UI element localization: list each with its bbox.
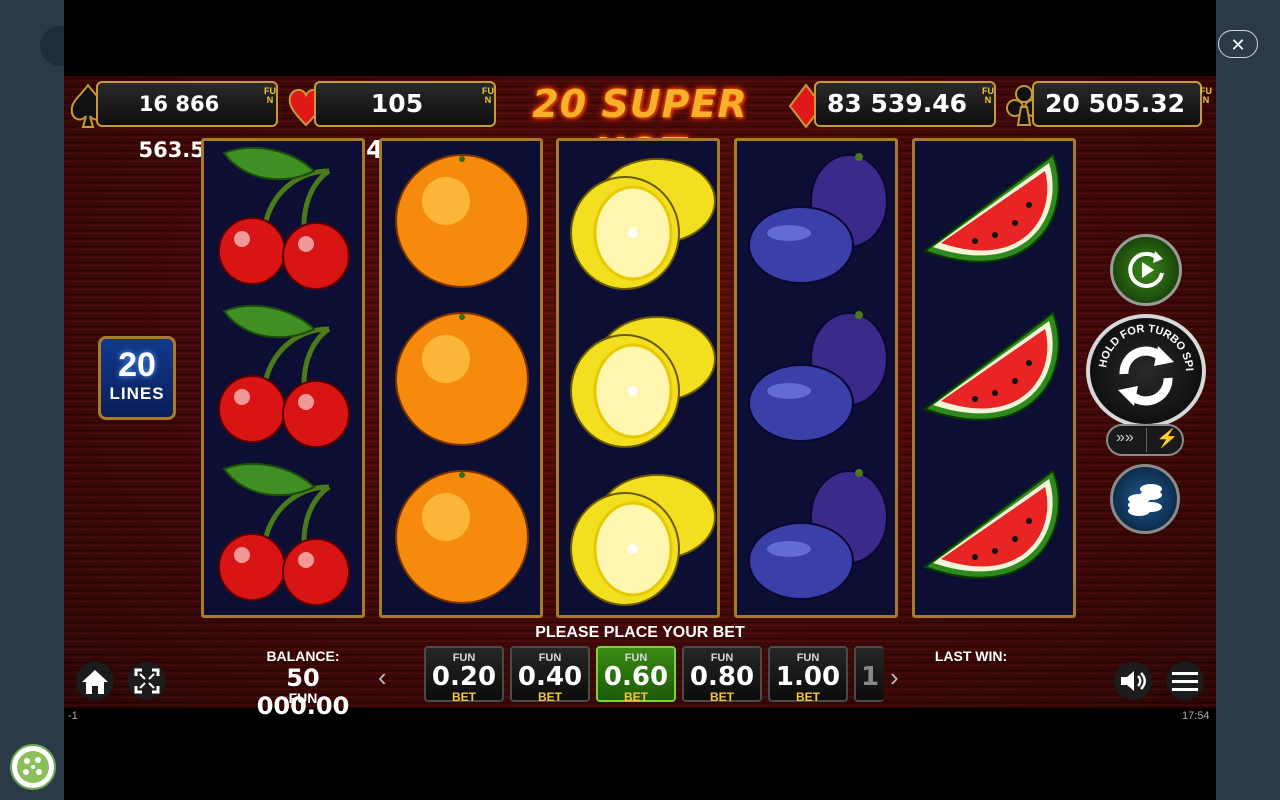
watermelon-icon: [922, 469, 1060, 579]
jackpot-diamond: 83 539.46 FUN: [786, 81, 996, 129]
speed-toggle[interactable]: »» ⚡: [1106, 424, 1184, 456]
reel-5: [912, 138, 1076, 618]
bet-prompt: PLEASE PLACE YOUR BET: [535, 624, 745, 641]
menu-button[interactable]: [1166, 662, 1204, 700]
spin-arrows-icon: [1118, 346, 1174, 406]
jackpot-value: 83 539.46: [827, 89, 967, 118]
cookie-icon: [17, 751, 49, 783]
balance-label: BALANCE:: [266, 648, 340, 664]
status-left: -1: [68, 710, 78, 722]
bottom-panel: PLEASE PLACE YOUR BET BALANCE: 50 000.00…: [64, 618, 1216, 720]
bet-option-selected[interactable]: FUN 0.60 BET: [596, 646, 676, 704]
spin-button[interactable]: HOLD FOR TURBO SPIN: [1086, 309, 1206, 428]
hamburger-icon: [1172, 672, 1198, 691]
lines-label: LINES: [109, 384, 165, 403]
bet-next-arrow[interactable]: ›: [890, 662, 899, 693]
reel-3: [556, 138, 720, 618]
jackpot-spade: 16 866 563.59 FUN: [68, 81, 278, 162]
jackpot-currency: FUN: [982, 86, 994, 105]
cherry-icon: [218, 462, 350, 606]
last-win-label: LAST WIN:: [934, 648, 1008, 664]
fullscreen-button[interactable]: [128, 662, 166, 700]
bet-option[interactable]: FUN 0.20 BET: [424, 646, 504, 704]
jackpot-heart: 105 740.60 FUN: [286, 81, 496, 164]
orange-icon: [395, 312, 529, 446]
reel-1: [201, 138, 365, 618]
bet-option[interactable]: FUN 0.80 BET: [682, 646, 762, 704]
bolt-icon[interactable]: ⚡: [1156, 428, 1178, 449]
game-area: 16 866 563.59 FUN 105 740.60 FUN 20 SUPE…: [64, 0, 1216, 800]
jackpot-currency: FUN: [1200, 86, 1212, 105]
watermelon-icon: [922, 153, 1060, 263]
reel-4: [734, 138, 898, 618]
jackpot-value: 20 505.32: [1045, 89, 1185, 118]
coins-icon: [1128, 484, 1162, 516]
jackpot-currency: FUN: [264, 86, 276, 105]
orange-icon: [395, 154, 529, 288]
jackpot-value: 16 866 563.59: [138, 92, 220, 162]
speaker-icon: [1121, 671, 1146, 691]
jackpot-club: 20 505.32 FUN: [1004, 81, 1214, 127]
jackpot-value: 105 740.60: [349, 89, 445, 164]
plum-icon: [748, 311, 888, 442]
bet-coins-button[interactable]: [1110, 464, 1180, 534]
orange-icon: [395, 470, 529, 604]
cherry-icon: [218, 146, 350, 290]
fast-forward-icon[interactable]: »»: [1116, 429, 1134, 447]
cookie-settings-button[interactable]: [10, 744, 56, 790]
fullscreen-icon: [134, 668, 160, 694]
bet-option[interactable]: FUN 0.40 BET: [510, 646, 590, 704]
clock: 17:54: [1182, 710, 1210, 722]
turbo-label: HOLD FOR TURBO SPIN: [1090, 318, 1195, 371]
cherry-icon: [218, 304, 350, 448]
lemon-icon: [570, 316, 716, 448]
game-title: 20 SUPER HOT: [532, 82, 748, 174]
sound-button[interactable]: [1114, 662, 1152, 700]
plum-icon: [748, 469, 888, 600]
home-button[interactable]: [76, 662, 114, 700]
lemon-icon: [570, 158, 716, 290]
balance-currency: FUN: [288, 690, 318, 706]
game-stage: 16 866 563.59 FUN 105 740.60 FUN 20 SUPE…: [64, 76, 1216, 720]
lines-badge: 20 LINES: [98, 336, 176, 420]
bet-option-partial[interactable]: 1: [854, 646, 884, 702]
bet-option[interactable]: FUN 1.00 BET: [768, 646, 848, 704]
plum-icon: [748, 153, 888, 284]
autoplay-button[interactable]: [1110, 234, 1182, 306]
home-icon: [82, 670, 108, 694]
close-button[interactable]: ✕: [1218, 30, 1258, 58]
watermelon-icon: [922, 311, 1060, 421]
jackpot-currency: FUN: [482, 86, 494, 105]
lemon-icon: [570, 474, 716, 606]
lines-count: 20: [118, 346, 156, 384]
reel-2: [379, 138, 543, 618]
replay-icon: [1128, 251, 1164, 288]
bet-prev-arrow[interactable]: ‹: [378, 662, 387, 693]
